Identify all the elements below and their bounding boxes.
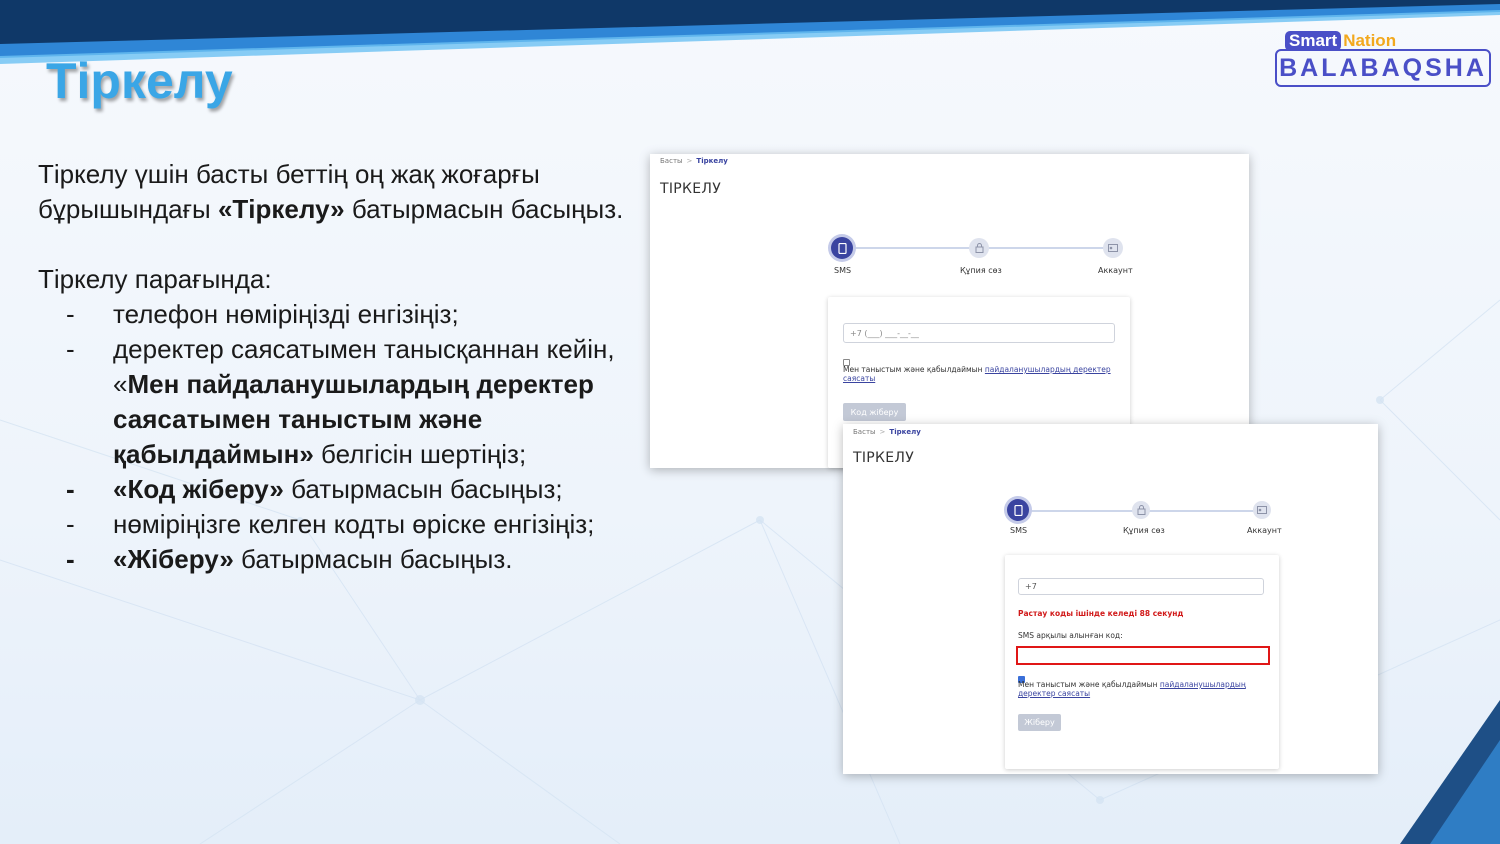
list-item: - нөміріңізге келген кодты өріске енгізі… <box>38 507 638 542</box>
consent-label: Мен таныстым және қабылдаймын <box>1018 680 1160 689</box>
step-label-sms: SMS <box>1010 526 1028 535</box>
breadcrumb-current: Тіркелу <box>889 428 921 436</box>
list-item-bold: «Жіберу» <box>113 544 234 574</box>
list-item-text: нөміріңізге келген кодты өріске енгізіңі… <box>113 509 595 539</box>
breadcrumb-current: Тіркелу <box>696 157 728 165</box>
registration-screenshot-sms-code: Басты > Тіркелу ТІРКЕЛУ SMS Құпия сөз Акка… <box>843 424 1378 774</box>
consent-label: Мен таныстым және қабылдаймын <box>843 365 985 374</box>
registration-screenshot-phone: Басты > Тіркелу ТІРКЕЛУ SMS Құпия сөз Акка… <box>650 154 1249 468</box>
list-dash: - <box>66 299 75 329</box>
intro-text-end: батырмасын басыңыз. <box>344 194 624 224</box>
id-card-icon <box>1103 238 1123 258</box>
consent-text: Мен таныстым және қабылдаймын пайдалануш… <box>843 365 1115 383</box>
list-heading: Тіркелу парағында: <box>38 264 272 294</box>
breadcrumb-separator: > <box>686 157 693 165</box>
code-timer-message: Растау коды ішінде келеді 88 секунд <box>1018 609 1184 618</box>
list-item: - телефон нөміріңізді енгізіңіз; <box>38 297 638 332</box>
phone-icon <box>1007 499 1029 521</box>
lock-icon <box>969 238 989 258</box>
step-label-sms: SMS <box>834 266 852 275</box>
breadcrumb: Басты > Тіркелу <box>660 157 728 165</box>
registration-form: +7 Растау коды ішінде келеді 88 секунд S… <box>1005 555 1279 769</box>
logo-nation: Nation <box>1343 31 1397 50</box>
list-item: - деректер саясатымен танысқаннан кейін,… <box>38 332 638 472</box>
id-card-icon <box>1253 501 1271 519</box>
list-item-bold: «Код жіберу» <box>113 474 284 504</box>
page-title: ТІРКЕЛУ <box>853 450 915 466</box>
list-dash: - <box>66 334 75 364</box>
breadcrumb-home[interactable]: Басты <box>660 157 683 165</box>
intro-paragraph: Тіркелу үшін басты беттің оң жақ жоғарғы… <box>38 157 638 227</box>
smartnation-balabaqsha-logo: Smart Nation BALABAQSHA <box>1275 30 1491 87</box>
phone-input[interactable]: +7 (___) ___-__-__ <box>843 323 1115 343</box>
consent-text: Мен таныстым және қабылдаймын пайдалануш… <box>1018 680 1264 698</box>
step-label-account: Аккаунт <box>1247 526 1282 535</box>
list-item: - «Код жіберу» батырмасын басыңыз; <box>38 472 638 507</box>
logo-brand: BALABAQSHA <box>1275 49 1491 87</box>
list-item-text-end: батырмасын басыңыз. <box>233 544 513 574</box>
logo-smart: Smart <box>1285 31 1342 51</box>
page-title: ТІРКЕЛУ <box>660 181 722 197</box>
list-item: - «Жіберу» батырмасын басыңыз. <box>38 542 638 577</box>
intro-bold: «Тіркелу» <box>217 194 345 224</box>
list-dash: - <box>66 509 75 539</box>
submit-button[interactable]: Жіберу <box>1018 714 1061 731</box>
step-label-password: Құпия сөз <box>1123 526 1165 535</box>
steps-list: - телефон нөміріңізді енгізіңіз; - дерек… <box>38 297 638 577</box>
list-item-text-end: белгісін шертіңіз; <box>313 439 527 469</box>
list-item-text: телефон нөміріңізді енгізіңіз; <box>113 299 459 329</box>
slide-title: Тіркелу <box>46 53 233 109</box>
lock-icon <box>1132 501 1150 519</box>
phone-input[interactable]: +7 <box>1018 578 1264 595</box>
list-dash: - <box>66 474 75 504</box>
sms-code-input[interactable] <box>1016 646 1270 665</box>
breadcrumb-separator: > <box>879 428 886 436</box>
step-label-account: Аккаунт <box>1098 266 1133 275</box>
list-dash: - <box>66 544 75 574</box>
phone-icon <box>831 237 853 259</box>
breadcrumb: Басты > Тіркелу <box>853 428 921 436</box>
send-code-button[interactable]: Код жіберу <box>843 403 906 421</box>
step-label-password: Құпия сөз <box>960 266 1002 275</box>
instructions: Тіркелу үшін басты беттің оң жақ жоғарғы… <box>38 157 638 577</box>
list-item-text-end: батырмасын басыңыз; <box>283 474 563 504</box>
breadcrumb-home[interactable]: Басты <box>853 428 876 436</box>
sms-code-label: SMS арқылы алынған код: <box>1018 631 1123 640</box>
